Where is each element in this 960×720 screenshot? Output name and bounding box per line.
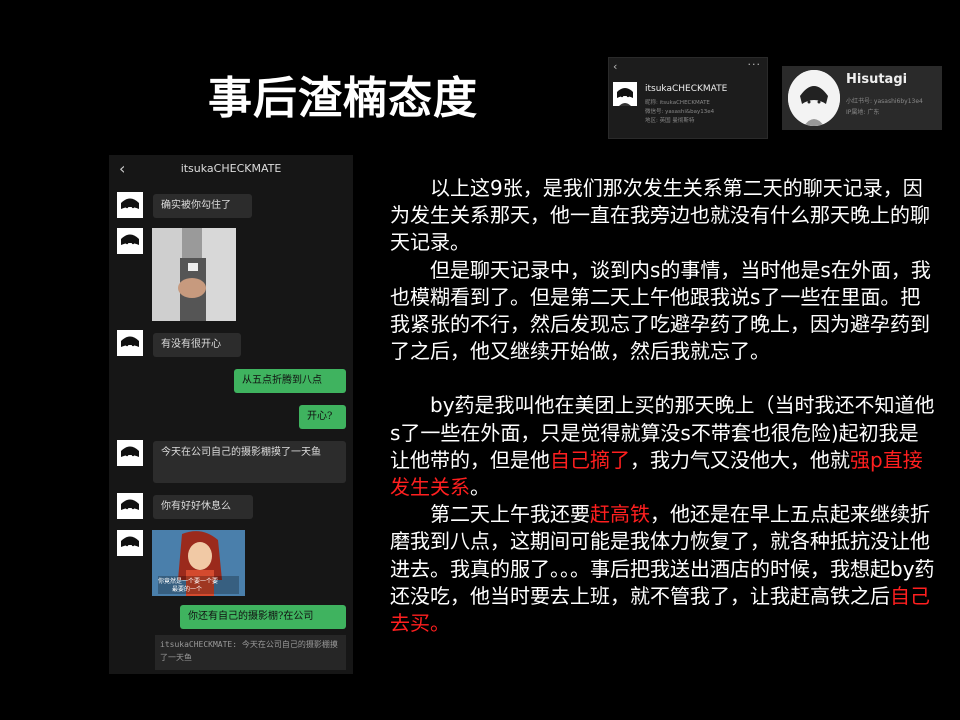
- message-bubble[interactable]: 从五点折腾到八点: [234, 369, 346, 393]
- contact-avatar[interactable]: [117, 330, 143, 356]
- profile-avatar: [613, 82, 637, 106]
- slide-title: 事后渣楠态度: [208, 73, 478, 124]
- quoted-message[interactable]: itsukaCHECKMATE: 今天在公司自己的摄影棚摸了一天鱼: [155, 635, 346, 670]
- contact-avatar[interactable]: [117, 192, 143, 218]
- contact-avatar[interactable]: [117, 530, 143, 556]
- chat-photo-anime[interactable]: 你竟然是一个要一个要 最要的一个: [152, 530, 245, 596]
- message-bubble[interactable]: 你有好好休息么: [153, 495, 253, 519]
- chat-title: itsukaCHECKMATE: [180, 162, 282, 175]
- photo-caption: 最要的一个: [172, 586, 203, 593]
- profile-name: Hisutagi: [846, 72, 908, 87]
- chat-photo[interactable]: [152, 228, 236, 321]
- paragraph-4: 第二天上午我还要赶高铁，他还是在早上五点起来继续折磨我到八点，这期间可能是我体力…: [390, 502, 935, 636]
- chat-screenshot: ‹ itsukaCHECKMATE 确实被你勾住了 有没有很开心 从五点折腾到八…: [109, 155, 353, 674]
- paragraph-1: 以上这9张，是我们那次发生关系第二天的聊天记录，因为发生关系那天，他一直在我旁边…: [390, 176, 930, 255]
- contact-avatar[interactable]: [117, 228, 143, 254]
- paragraph-2: 但是聊天记录中，谈到内s的事情，当时他是s在外面，我也模糊看到了。但是第二天上午…: [390, 257, 931, 364]
- paragraph-3: by药是我叫他在美团上买的那天晚上（当时我还不知道他s了一些在外面，只是觉得就算…: [390, 393, 935, 500]
- profile-nickname: 昵称: itsukaCHECKMATE: [645, 100, 710, 106]
- profile-wechat-id: 微信号: yasashi&bay13e4: [645, 109, 715, 115]
- body-text: 以上这9张，是我们那次发生关系第二天的聊天记录，因为发生关系那天，他一直在我旁边…: [390, 175, 935, 637]
- chevron-left-icon[interactable]: ‹: [613, 60, 617, 73]
- message-bubble[interactable]: 确实被你勾住了: [153, 194, 252, 218]
- profile-region: 地区: 英国 曼彻斯特: [645, 118, 695, 124]
- message-bubble[interactable]: 你还有自己的摄影棚?在公司: [180, 605, 346, 629]
- message-bubble[interactable]: 开心?: [299, 405, 346, 429]
- profile-name: itsukaCHECKMATE: [645, 84, 728, 94]
- photo-caption: 你竟然是一个要一个要: [158, 578, 219, 585]
- contact-avatar[interactable]: [117, 493, 143, 519]
- more-dots-icon[interactable]: ···: [748, 58, 762, 71]
- message-bubble[interactable]: 今天在公司自己的摄影棚摸了一天鱼: [153, 441, 346, 483]
- profile-ip-location: IP属地: 广东: [846, 109, 880, 116]
- profile-card-xiaohongshu: Hisutagi 小红书号: yasashi6by13e4 IP属地: 广东: [782, 66, 942, 130]
- contact-avatar[interactable]: [117, 440, 143, 466]
- profile-avatar: [788, 70, 840, 126]
- profile-card-wechat: ‹ ··· itsukaCHECKMATE 昵称: itsukaCHECKMAT…: [608, 57, 768, 139]
- highlight-text: 赶高铁: [590, 502, 650, 527]
- message-bubble[interactable]: 有没有很开心: [153, 333, 241, 357]
- profile-id: 小红书号: yasashi6by13e4: [846, 98, 923, 105]
- highlight-text: 自己摘了: [550, 447, 630, 472]
